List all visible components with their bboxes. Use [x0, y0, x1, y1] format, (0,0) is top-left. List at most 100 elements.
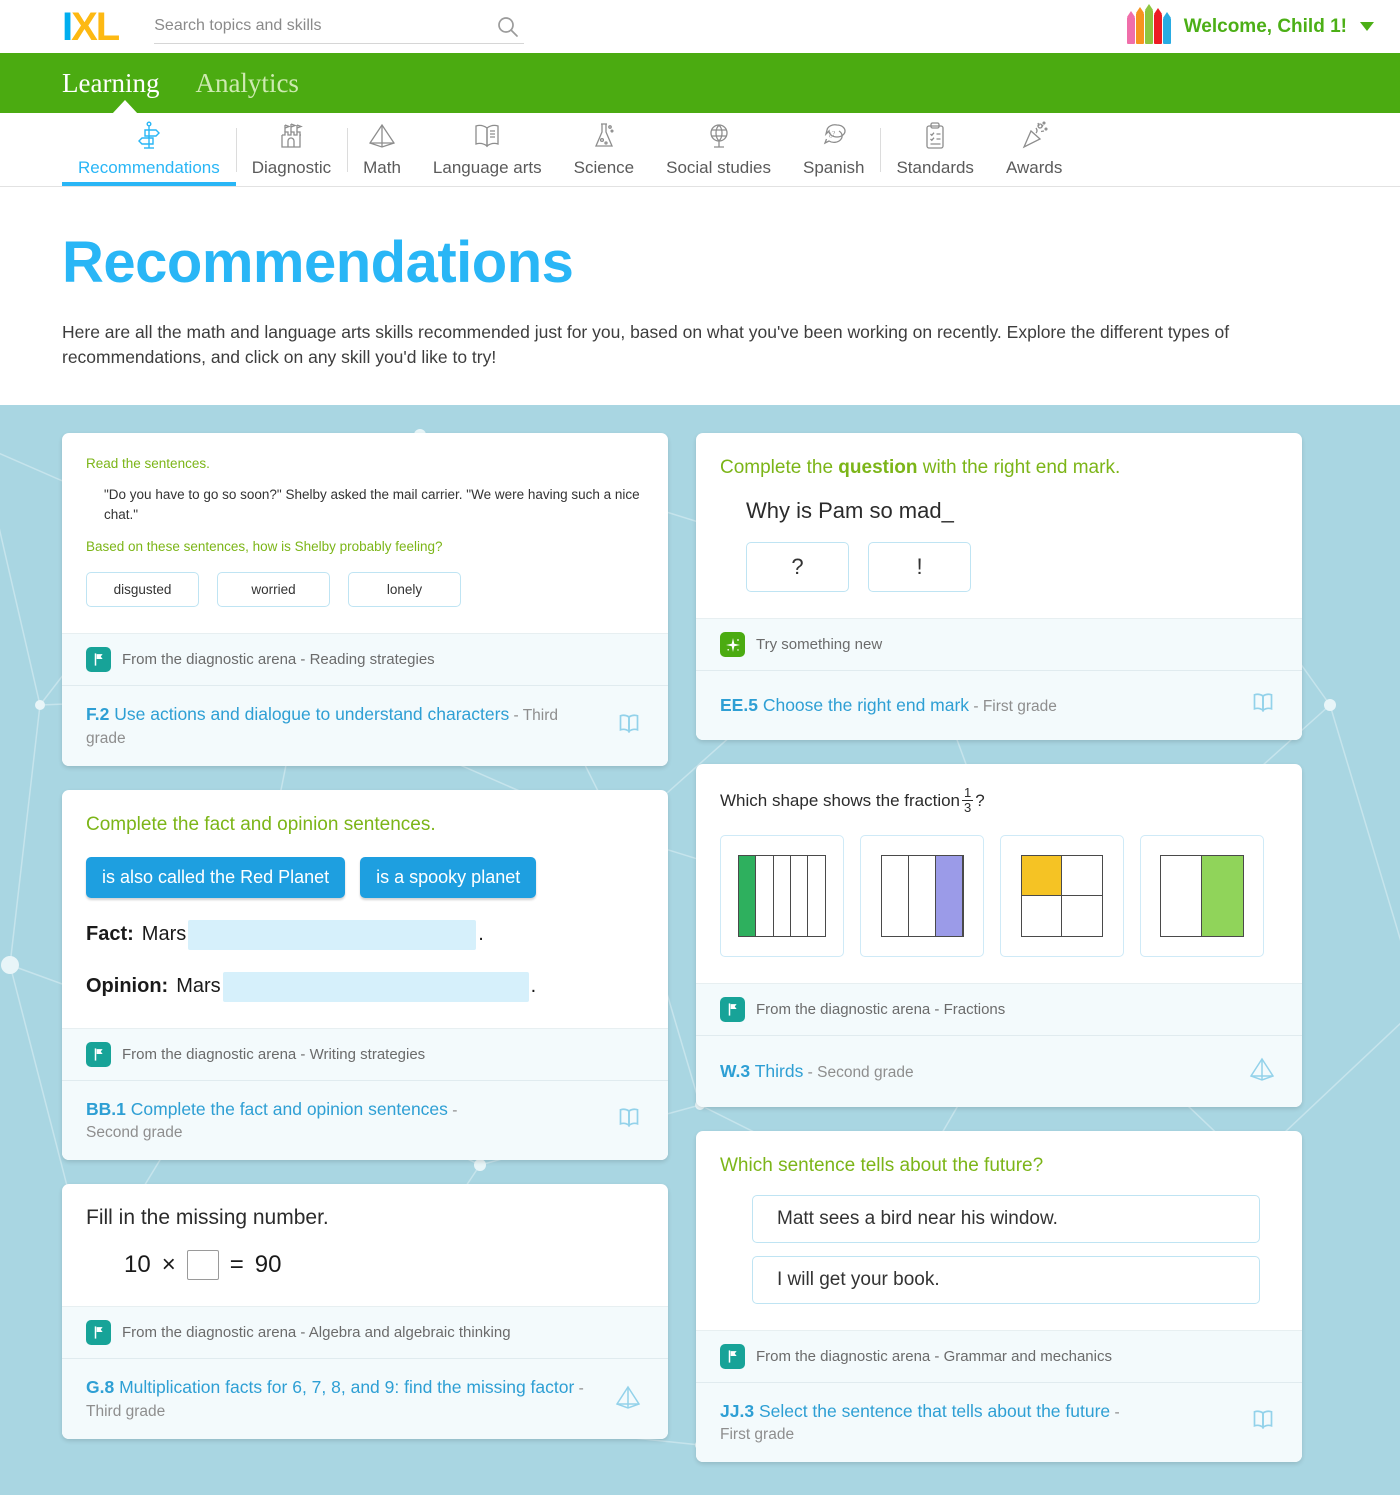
fraction-cell: [789, 855, 809, 937]
opinion-blank-dropzone[interactable]: [222, 971, 529, 1002]
skill-grade: First grade: [982, 698, 1057, 716]
skill-code: JJ.3: [720, 1400, 755, 1421]
option-button[interactable]: Matt sees a bird near his window.: [752, 1194, 1260, 1243]
tab-recommendations-label: Recommendations: [78, 158, 220, 177]
open-book-icon: [1248, 1405, 1278, 1440]
card-skill-strip[interactable]: JJ.3 Select the sentence that tells abou…: [696, 1381, 1302, 1463]
fraction-prompt-post: ?: [975, 790, 985, 810]
card-body: Complete the question with the right end…: [696, 433, 1302, 619]
future-options: Matt sees a bird near his window. I will…: [752, 1194, 1260, 1304]
tab-awards-label: Awards: [1005, 158, 1063, 177]
fraction-glyph: 1 3: [962, 786, 974, 815]
fraction-cell: [1021, 855, 1063, 897]
chevron-down-icon[interactable]: [1360, 22, 1374, 31]
fraction-shape-option[interactable]: [1000, 834, 1124, 957]
recommendation-card-fractions[interactable]: Which shape shows the fraction 1 3 ? Fro…: [696, 764, 1302, 1107]
skill-link[interactable]: EE.5 Choose the right end mark - First g…: [720, 694, 1248, 717]
open-book-icon: [614, 709, 644, 744]
skill-link[interactable]: BB.1 Complete the fact and opinion sente…: [86, 1098, 614, 1144]
fraction-shape-option[interactable]: [860, 834, 984, 957]
tab-awards[interactable]: Awards: [990, 112, 1078, 186]
tab-diagnostic-label: Diagnostic: [251, 158, 332, 177]
sparkle-icon: [720, 632, 745, 658]
equals-sign: =: [229, 1251, 244, 1279]
recommendation-card-fact-opinion[interactable]: Complete the fact and opinion sentences.…: [62, 789, 668, 1161]
card-skill-strip[interactable]: G.8 Multiplication facts for 6, 7, 8, an…: [62, 1358, 668, 1439]
tab-math[interactable]: Math: [347, 112, 417, 186]
skill-link[interactable]: F.2 Use actions and dialogue to understa…: [86, 703, 614, 749]
tab-social-studies[interactable]: Social studies: [650, 112, 787, 186]
ixl-logo[interactable]: I XL: [62, 7, 120, 47]
option-button[interactable]: ?: [746, 542, 849, 593]
recommendation-card-future-tense[interactable]: Which sentence tells about the future? M…: [696, 1130, 1302, 1463]
answer-chips: is also called the Red Planet is a spook…: [86, 856, 644, 898]
skill-link[interactable]: G.8 Multiplication facts for 6, 7, 8, an…: [86, 1376, 612, 1422]
missing-number-input[interactable]: [186, 1250, 219, 1281]
nav-analytics[interactable]: Analytics: [195, 68, 298, 99]
signpost-icon: [132, 118, 166, 154]
fraction-shape: [1160, 854, 1244, 937]
skill-link[interactable]: W.3 Thirds - Second grade: [720, 1060, 1246, 1083]
tab-social-studies-label: Social studies: [666, 158, 771, 177]
skill-code: EE.5: [720, 695, 758, 716]
fact-opinion-prompt: Complete the fact and opinion sentences.: [86, 813, 436, 835]
fraction-prompt-pre: Which shape shows the fraction: [720, 790, 961, 810]
card-source-strip: From the diagnostic arena - Writing stra…: [62, 1027, 668, 1080]
option-button[interactable]: I will get your book.: [752, 1255, 1260, 1304]
card-body: Fill in the missing number. 10 × = 90: [62, 1184, 668, 1306]
recommendation-card-end-mark[interactable]: Complete the question with the right end…: [696, 432, 1302, 741]
card-skill-strip[interactable]: F.2 Use actions and dialogue to understa…: [62, 685, 668, 766]
option-button[interactable]: disgusted: [86, 572, 199, 608]
crayon: [1144, 3, 1153, 44]
option-button[interactable]: worried: [217, 572, 330, 608]
tab-language-arts[interactable]: Language arts: [417, 112, 558, 186]
skill-name: Select the sentence that tells about the…: [758, 1400, 1111, 1421]
recommendation-card-reading[interactable]: Read the sentences. "Do you have to go s…: [62, 432, 668, 766]
search-input[interactable]: [154, 17, 525, 35]
intro-section: Recommendations Here are all the math an…: [0, 187, 1400, 405]
answer-chip[interactable]: is a spooky planet: [360, 856, 537, 898]
tab-standards[interactable]: Standards: [880, 112, 990, 186]
card-source-label: From the diagnostic arena - Grammar and …: [756, 1347, 1112, 1365]
clipboard-icon: [918, 118, 952, 154]
eq-result: 90: [254, 1251, 282, 1279]
recommendation-card-multiplication[interactable]: Fill in the missing number. 10 × = 90 Fr…: [62, 1184, 668, 1439]
fraction-shape: [738, 854, 826, 937]
fraction-cell: [880, 855, 910, 937]
opinion-period: .: [530, 975, 537, 998]
search-icon[interactable]: [496, 15, 520, 44]
option-button[interactable]: lonely: [348, 572, 461, 608]
user-menu[interactable]: Welcome, Child 1!: [1126, 3, 1374, 44]
option-button[interactable]: !: [868, 542, 971, 593]
fraction-shape: [880, 854, 964, 937]
page-title: Recommendations: [62, 230, 574, 295]
fraction-cell: [1201, 855, 1244, 937]
card-skill-strip[interactable]: W.3 Thirds - Second grade: [696, 1034, 1302, 1107]
tab-recommendations[interactable]: Recommendations: [62, 112, 236, 186]
card-skill-strip[interactable]: BB.1 Complete the fact and opinion sente…: [62, 1079, 668, 1161]
card-skill-strip[interactable]: EE.5 Choose the right end mark - First g…: [696, 670, 1302, 741]
skill-code: W.3: [720, 1061, 751, 1081]
party-popper-icon: [1017, 118, 1051, 154]
fraction-shape-option[interactable]: [720, 834, 844, 957]
tab-science[interactable]: Science: [558, 112, 650, 186]
tab-spanish[interactable]: ¿? Spanish: [787, 112, 880, 186]
nav-learning[interactable]: Learning: [62, 68, 159, 99]
skill-grade: Second grade: [86, 1124, 183, 1142]
card-source-strip: From the diagnostic arena - Algebra and …: [62, 1306, 668, 1359]
skill-link[interactable]: JJ.3 Select the sentence that tells abou…: [720, 1400, 1248, 1446]
page-description: Here are all the math and language arts …: [62, 322, 1230, 368]
reading-question: Based on these sentences, how is Shelby …: [86, 539, 443, 555]
answer-chip[interactable]: is also called the Red Planet: [86, 856, 346, 898]
multiplication-prompt: Fill in the missing number.: [86, 1206, 329, 1230]
avatar[interactable]: [1126, 3, 1171, 44]
flag-icon: [86, 1041, 111, 1067]
search-bar[interactable]: [154, 10, 525, 44]
tab-science-label: Science: [573, 158, 635, 177]
tab-diagnostic[interactable]: Diagnostic: [235, 112, 347, 186]
opinion-subject: Mars: [176, 975, 221, 998]
fraction-cell: [1160, 855, 1203, 937]
fact-blank-dropzone[interactable]: [188, 919, 477, 950]
tab-math-label: Math: [363, 158, 401, 177]
fraction-shape-option[interactable]: [1140, 834, 1264, 957]
